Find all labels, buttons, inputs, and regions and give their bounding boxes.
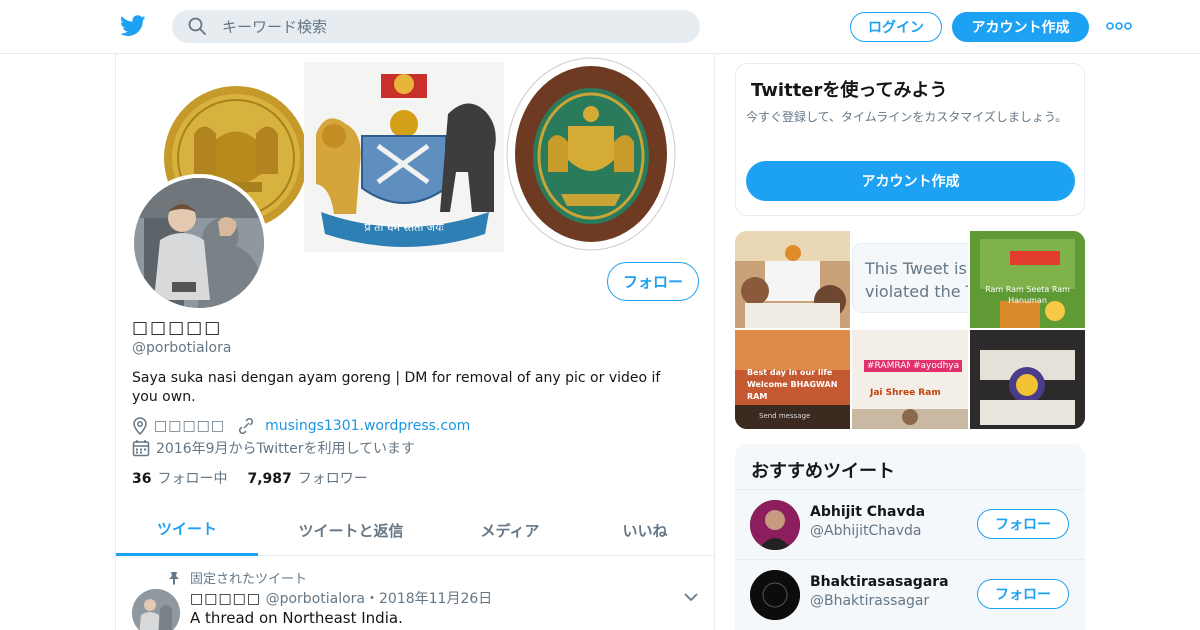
media-thumb-4[interactable]: Best day in our life Welcome BHAGWAN RAM… (735, 330, 850, 429)
following-stat[interactable]: 36 フォロー中 (132, 468, 227, 488)
tab-tweets-and-replies[interactable]: ツイートと返信 (258, 504, 444, 556)
violation-line-2: violated the T (865, 282, 968, 301)
pin-icon (169, 571, 179, 585)
profile-avatar[interactable] (130, 174, 268, 312)
profile-joined: 2016年9月からTwitterを利用しています (132, 438, 415, 458)
thumb3-caption-1: Ram Ram Seeta Ram (985, 285, 1070, 294)
media-thumb-6-image (970, 330, 1085, 429)
top-navigation-bar: ログイン アカウント作成 (0, 0, 1200, 54)
tweet-text: A thread on Northeast India. (190, 609, 403, 627)
tab-tweets[interactable]: ツイート (116, 504, 258, 556)
oval-crest-image (506, 57, 676, 251)
signup-card-button[interactable]: アカウント作成 (746, 161, 1075, 201)
profile-website-link[interactable]: musings1301.wordpress.com (265, 418, 470, 434)
signup-card-title: Twitterを使ってみよう (751, 80, 948, 101)
thumb4-caption-2: Welcome BHAGWAN (747, 380, 838, 389)
profile-display-name[interactable]: □□□□□ (132, 318, 222, 338)
media-thumb-1-image (735, 231, 850, 328)
svg-text:प्र तो धर्म स्ततो जयः: प्र तो धर्म स्ततो जयः (364, 221, 444, 234)
tweet-header: □□□□□ @porbotialora・2018年11月26日 (190, 588, 492, 608)
tab-media[interactable]: メディア (444, 504, 576, 556)
followers-stat[interactable]: 7,987 フォロワー (247, 468, 367, 488)
followers-count: 7,987 (247, 471, 292, 487)
search-icon (188, 17, 206, 35)
thumb5-tag-2: #ayodhya (910, 360, 963, 372)
recommended-follow-button[interactable]: フォロー (977, 579, 1069, 609)
violation-line-1: This Tweet is (865, 259, 967, 278)
twitter-bird-icon[interactable] (120, 14, 146, 38)
recommended-follow-button[interactable]: フォロー (977, 509, 1069, 539)
thumb5-bottom-image (852, 409, 968, 429)
pinned-tweet[interactable]: 固定されたツイート □□□□□ @porbotialora・2018年11月26… (116, 556, 714, 630)
media-grid: This Tweet is violated the T Ram Ram See… (735, 231, 1085, 429)
signup-card-description: 今すぐ登録して、タイムラインをカスタマイズしましょう。 (746, 110, 1068, 124)
following-label: フォロー中 (157, 471, 228, 487)
recommended-avatar[interactable] (750, 570, 800, 620)
profile-tabs: ツイート ツイートと返信 メディア いいね (116, 504, 714, 556)
tweet-date[interactable]: ・2018年11月26日 (365, 591, 492, 607)
login-button[interactable]: ログイン (850, 12, 942, 42)
avatar-illustration (134, 178, 264, 308)
tab-likes[interactable]: いいね (576, 504, 714, 556)
thumb4-send-message: Send message (759, 412, 811, 420)
recommended-title: おすすめツイート (751, 461, 895, 482)
profile-location-and-url: □□□□□ musings1301.wordpress.com (132, 416, 470, 436)
profile-handle[interactable]: @porbotialora (132, 340, 231, 356)
tweet-author-avatar[interactable] (132, 589, 180, 630)
tweet-author-handle[interactable]: @porbotialora (266, 591, 365, 607)
recommended-handle[interactable]: @Bhaktirassagar (810, 593, 929, 609)
tweet-avatar-illustration (132, 589, 180, 630)
profile-bio: Saya suka nasi dengan ayam goreng | DM f… (132, 370, 661, 405)
media-thumb-1[interactable] (735, 231, 850, 328)
calendar-icon (132, 440, 150, 457)
thumb4-caption-3: RAM (747, 392, 768, 401)
media-thumb-6[interactable] (970, 330, 1085, 429)
signup-card: Twitterを使ってみよう 今すぐ登録して、タイムラインをカスタマイズしましょ… (735, 63, 1085, 216)
media-thumb-5[interactable]: #RAMRAM #ayodhya Jai Shree Ram (852, 330, 968, 429)
following-count: 36 (132, 471, 152, 487)
chevron-down-icon[interactable] (683, 592, 699, 602)
recommended-avatar[interactable] (750, 500, 800, 550)
tweet-author-name[interactable]: □□□□□ (190, 591, 261, 607)
thumb3-caption-2: Hanuman (1008, 296, 1047, 305)
profile-stats: 36 フォロー中 7,987 フォロワー (132, 468, 388, 488)
link-icon (239, 418, 254, 434)
profile-joined-text: 2016年9月からTwitterを利用しています (156, 441, 416, 457)
violation-notice-card: This Tweet is violated the T (852, 243, 968, 313)
thumb5-caption: Jai Shree Ram (870, 388, 941, 398)
location-icon (133, 417, 147, 435)
recommended-name[interactable]: Bhaktirasasagara (810, 574, 949, 590)
recommended-name[interactable]: Abhijit Chavda (810, 504, 925, 520)
recommended-avatar-image (750, 500, 800, 550)
media-thumb-2[interactable]: This Tweet is violated the T (852, 231, 968, 328)
follow-button[interactable]: フォロー (607, 262, 699, 301)
more-dots-icon[interactable] (1106, 18, 1132, 34)
thumb4-caption-1: Best day in our life (747, 368, 833, 377)
media-thumb-3-image (970, 231, 1085, 328)
followers-label: フォロワー (297, 471, 368, 487)
profile-location: □□□□□ (154, 418, 226, 434)
pinned-indicator: 固定されたツイート (168, 568, 307, 587)
coat-of-arms-image: प्र तो धर्म स्ततो जयः (304, 62, 504, 252)
recommended-handle[interactable]: @AbhijitChavda (810, 523, 921, 539)
recommended-user[interactable]: Bhaktirasasagara @Bhaktirassagar フォロー (735, 559, 1085, 629)
pinned-label: 固定されたツイート (190, 572, 308, 587)
media-thumb-3[interactable]: Ram Ram Seeta Ram Hanuman (970, 231, 1085, 328)
search-input[interactable] (222, 10, 682, 43)
search-box[interactable] (172, 10, 700, 43)
recommended-avatar-image (750, 570, 800, 620)
recommended-user[interactable]: Abhijit Chavda @AbhijitChavda フォロー (735, 489, 1085, 559)
recommended-tweets-panel: おすすめツイート Abhijit Chavda @AbhijitChavda フ… (735, 444, 1085, 630)
profile-column: प्र तो धर्म स्ततो जयः フォロー □□□□□ @porbot… (115, 54, 715, 630)
signup-button[interactable]: アカウント作成 (952, 12, 1089, 42)
